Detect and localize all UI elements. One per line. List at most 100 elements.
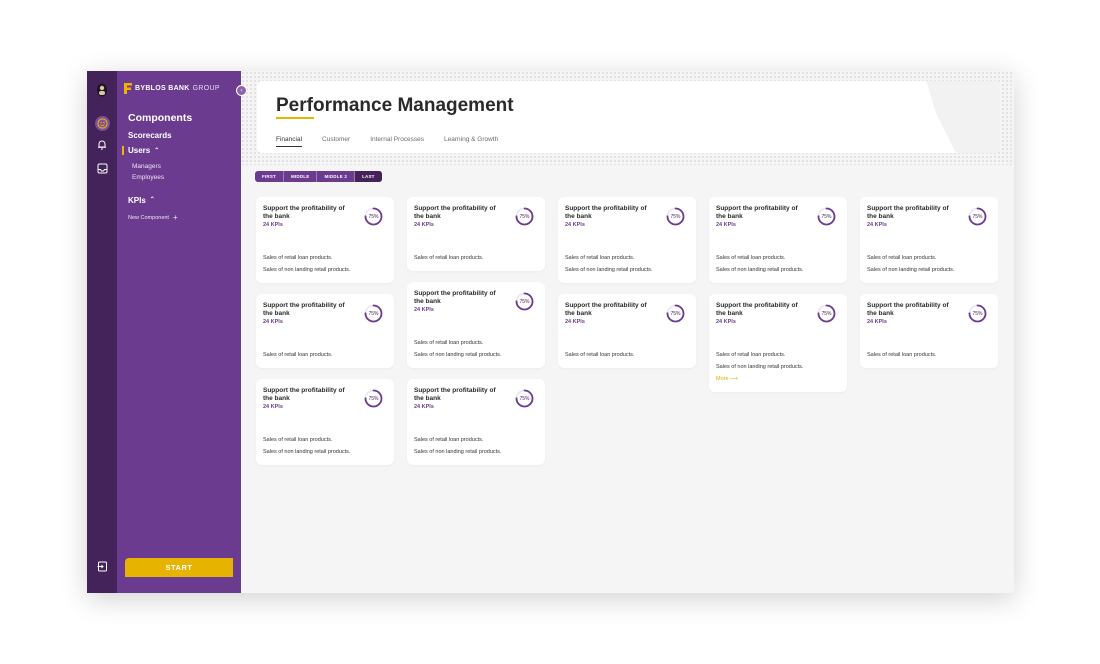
segment-last[interactable]: LAST bbox=[355, 171, 382, 182]
card-item: Sales of non landing retail products. bbox=[867, 266, 955, 273]
component-card[interactable]: Support the profitability of the bank 24 … bbox=[256, 197, 394, 283]
card-item: Sales of non landing retail products. bbox=[263, 448, 351, 455]
card-item: Sales of non landing retail products. bbox=[414, 448, 502, 455]
more-link[interactable]: More ⟶ bbox=[716, 376, 738, 382]
chevron-left-icon[interactable]: ‹ bbox=[236, 85, 247, 96]
card-item: Sales of retail loan products. bbox=[263, 255, 333, 261]
card-kpi-count: 24 KPIs bbox=[263, 404, 283, 410]
progress-percent: 75% bbox=[821, 310, 832, 317]
card-item: Sales of retail loan products. bbox=[414, 340, 484, 346]
card-title: Support the profitability of the bank bbox=[716, 205, 798, 220]
page-title: Performance Management bbox=[276, 95, 514, 116]
component-card[interactable]: Support the profitability of the bank 24 … bbox=[860, 294, 998, 368]
page-header: Performance Management Financial Custome… bbox=[257, 81, 1000, 153]
tab-financial[interactable]: Financial bbox=[276, 136, 303, 147]
component-card[interactable]: Support the profitability of the bank 24 … bbox=[709, 294, 847, 392]
component-card[interactable]: Support the profitability of the bank 24 … bbox=[558, 197, 696, 283]
inbox-icon[interactable] bbox=[87, 163, 117, 174]
icon-rail bbox=[87, 71, 117, 593]
tab-learning-growth[interactable]: Learning & Growth bbox=[444, 136, 498, 147]
smiley-icon[interactable] bbox=[87, 116, 117, 131]
tab-internal-processes[interactable]: Internal Processes bbox=[370, 136, 424, 147]
progress-percent: 75% bbox=[519, 298, 530, 305]
chevron-up-icon: ⌃ bbox=[149, 197, 155, 203]
progress-percent: 75% bbox=[368, 213, 379, 220]
card-title: Support the profitability of the bank bbox=[263, 205, 345, 220]
card-title: Support the profitability of the bank bbox=[565, 205, 647, 220]
sidebar-subitem-employees[interactable]: Employees bbox=[132, 174, 164, 181]
progress-percent: 75% bbox=[972, 310, 983, 317]
component-card[interactable]: Support the profitability of the bank 24 … bbox=[407, 379, 545, 465]
progress-ring: 75% bbox=[967, 303, 988, 324]
progress-percent: 75% bbox=[670, 213, 681, 220]
component-card[interactable]: Support the profitability of the bank 24 … bbox=[256, 294, 394, 368]
progress-ring: 75% bbox=[816, 303, 837, 324]
main-content: Performance Management Financial Custome… bbox=[241, 71, 1014, 593]
tab-bar: Financial Customer Internal Processes Le… bbox=[276, 136, 498, 147]
card-kpi-count: 24 KPIs bbox=[716, 222, 736, 228]
progress-percent: 75% bbox=[519, 213, 530, 220]
card-item: Sales of retail loan products. bbox=[414, 255, 484, 261]
brand-mark-icon bbox=[124, 83, 132, 94]
tab-customer[interactable]: Customer bbox=[322, 136, 350, 147]
card-item: Sales of retail loan products. bbox=[867, 255, 937, 261]
sidebar-item-scorecards[interactable]: Scorecards bbox=[128, 131, 172, 140]
card-title: Support the profitability of the bank bbox=[263, 302, 345, 317]
avatar[interactable] bbox=[87, 83, 117, 97]
sidebar-item-label: Users bbox=[128, 146, 151, 155]
card-title: Support the profitability of the bank bbox=[716, 302, 798, 317]
card-item: Sales of non landing retail products. bbox=[565, 266, 653, 273]
brand-logo[interactable]: BYBLOS BANK GROUP bbox=[124, 83, 220, 94]
card-kpi-count: 24 KPIs bbox=[263, 222, 283, 228]
new-component-label: New Component bbox=[128, 214, 169, 221]
start-button[interactable]: START bbox=[125, 558, 233, 577]
segment-control: FIRST MIDDLE MIDDLE 2 LAST bbox=[255, 171, 382, 182]
card-item: Sales of retail loan products. bbox=[263, 352, 333, 358]
new-component-button[interactable]: New Component + bbox=[128, 213, 178, 222]
sidebar-title: Components bbox=[128, 112, 193, 124]
card-kpi-count: 24 KPIs bbox=[414, 404, 434, 410]
card-kpi-count: 24 KPIs bbox=[867, 222, 887, 228]
card-item: Sales of retail loan products. bbox=[414, 437, 484, 443]
active-indicator bbox=[122, 146, 124, 155]
progress-percent: 75% bbox=[972, 213, 983, 220]
component-card[interactable]: Support the profitability of the bank 24 … bbox=[407, 282, 545, 368]
progress-ring: 75% bbox=[665, 206, 686, 227]
card-item: Sales of non landing retail products. bbox=[414, 351, 502, 358]
progress-ring: 75% bbox=[816, 206, 837, 227]
sidebar-item-users[interactable]: Users ⌃ bbox=[122, 146, 160, 155]
card-kpi-count: 24 KPIs bbox=[263, 319, 283, 325]
brand-name: BYBLOS BANK bbox=[135, 85, 190, 92]
card-title: Support the profitability of the bank bbox=[414, 205, 496, 220]
progress-ring: 75% bbox=[514, 291, 535, 312]
component-card[interactable]: Support the profitability of the bank 24 … bbox=[407, 197, 545, 271]
progress-ring: 75% bbox=[514, 388, 535, 409]
segment-middle[interactable]: MIDDLE bbox=[284, 171, 318, 182]
card-kpi-count: 24 KPIs bbox=[565, 319, 585, 325]
card-item: Sales of retail loan products. bbox=[565, 352, 635, 358]
segment-first[interactable]: FIRST bbox=[255, 171, 284, 182]
sidebar-subitem-managers[interactable]: Managers bbox=[132, 163, 161, 170]
component-card[interactable]: Support the profitability of the bank 24 … bbox=[256, 379, 394, 465]
segment-middle-2[interactable]: MIDDLE 2 bbox=[317, 171, 356, 182]
component-card[interactable]: Support the profitability of the bank 24 … bbox=[709, 197, 847, 283]
plus-icon: + bbox=[172, 213, 178, 222]
progress-percent: 75% bbox=[368, 395, 379, 402]
brand-group: GROUP bbox=[192, 85, 220, 92]
card-item: Sales of non landing retail products. bbox=[263, 266, 351, 273]
chevron-up-icon: ⌃ bbox=[154, 148, 160, 154]
title-underline bbox=[276, 117, 314, 119]
sidebar-item-kpis[interactable]: KPIs ⌃ bbox=[128, 196, 155, 205]
header-decoration bbox=[926, 81, 1000, 153]
card-kpi-count: 24 KPIs bbox=[867, 319, 887, 325]
sidebar-item-label: KPIs bbox=[128, 196, 146, 205]
bell-icon[interactable] bbox=[87, 139, 117, 150]
card-kpi-count: 24 KPIs bbox=[414, 307, 434, 313]
card-item: Sales of non landing retail products. bbox=[716, 363, 804, 370]
card-item: Sales of retail loan products. bbox=[716, 352, 786, 358]
logout-icon[interactable] bbox=[87, 561, 117, 572]
card-title: Support the profitability of the bank bbox=[263, 387, 345, 402]
progress-ring: 75% bbox=[514, 206, 535, 227]
component-card[interactable]: Support the profitability of the bank 24 … bbox=[558, 294, 696, 368]
component-card[interactable]: Support the profitability of the bank 24 … bbox=[860, 197, 998, 283]
